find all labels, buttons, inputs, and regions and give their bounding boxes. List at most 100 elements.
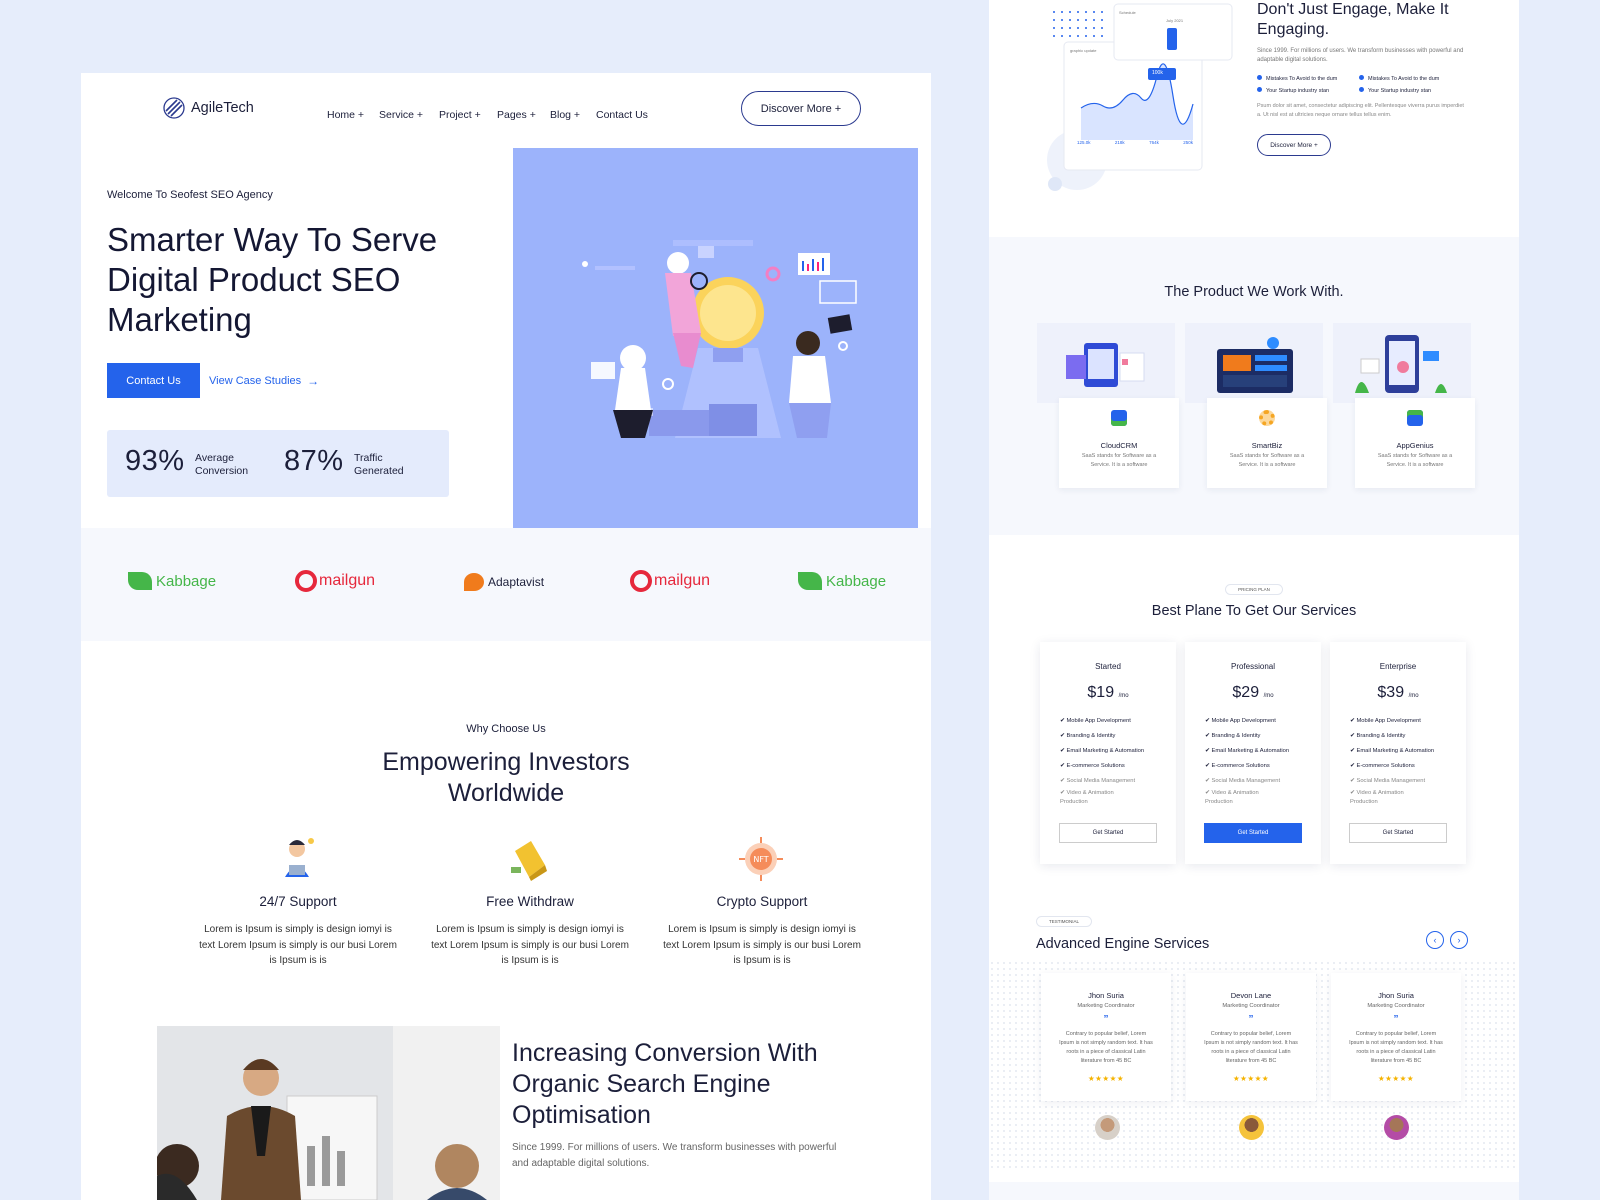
testimonial-name: Devon Lane <box>1230 991 1272 1000</box>
feature-desc: Lorem is Ipsum is simply is design iomyi… <box>663 924 861 966</box>
pricing-title: Best Plane To Get Our Services <box>1151 603 1357 619</box>
landing-page-right: Schedule July 2021 graphic update 100k 1… <box>989 0 1519 1200</box>
plan-feature: ✔ Social Media Management <box>1350 778 1426 784</box>
logo-icon <box>163 97 185 119</box>
product-desc: SaaS stands for Software as a Service. I… <box>1081 453 1157 468</box>
svg-text:NFT: NFT <box>753 855 768 864</box>
plan-feature: ✔ E-commerce Solutions <box>1060 763 1125 769</box>
plan-feature: ✔ E-commerce Solutions <box>1205 763 1270 769</box>
plan-feature: ✔ Branding & Identity <box>1350 733 1406 739</box>
pricing-card: Professional $29 /mo ✔ Mobile App Develo… <box>1185 642 1321 864</box>
testimonial-card: Jhon Suria Marketing Coordinator ” Contr… <box>1331 973 1461 1101</box>
dashboard-widget: Schedule July 2021 graphic update 100k 1… <box>1033 0 1233 195</box>
plan-name: Enterprise <box>1379 662 1417 671</box>
plan-feature: ✔ Mobile App Development <box>1350 718 1421 724</box>
engage-discover-button[interactable]: Discover More + <box>1257 134 1331 156</box>
partner-logo-mailgun: mailgun <box>295 570 375 592</box>
nav-service[interactable]: Service + <box>379 109 423 121</box>
get-started-button[interactable]: Get Started <box>1204 823 1302 843</box>
nav-pages[interactable]: Pages + <box>497 109 536 121</box>
widget-calendar-title: July 2021 <box>1166 18 1184 23</box>
conversion-desc: Since 1999. For millions of users. We tr… <box>512 1142 837 1169</box>
testimonial-name: Jhon Suria <box>1378 991 1414 1000</box>
bullet-item: Mistakes To Avoid to the dum <box>1257 73 1359 85</box>
site-logo[interactable]: AgileTech <box>163 97 254 119</box>
testimonial-text: Contrary to popular belief, Lorem Ipsum … <box>1204 1031 1298 1064</box>
hero-eyebrow: Welcome To Seofest SEO Agency <box>107 189 273 201</box>
product-name: CloudCRM <box>1100 441 1138 450</box>
discover-more-button[interactable]: Discover More + <box>741 91 861 126</box>
nav-blog[interactable]: Blog + <box>550 109 580 121</box>
gold-bar-icon <box>511 841 547 881</box>
conversion-title: Increasing Conversion With Organic Searc… <box>512 1039 818 1129</box>
testimonial-card: Jhon Suria Marketing Coordinator ” Contr… <box>1041 973 1171 1101</box>
product-desc: SaaS stands for Software as a Service. I… <box>1377 453 1453 468</box>
view-case-studies-link[interactable]: View Case Studies → <box>209 374 319 388</box>
chevron-left-icon: ‹ <box>1433 935 1437 945</box>
nav-home[interactable]: Home + <box>327 109 364 121</box>
plan-feature: ✔ Social Media Management <box>1060 778 1136 784</box>
pricing-badge: PRICING PLAN <box>1225 584 1283 595</box>
contact-us-button[interactable]: Contact Us <box>107 363 200 398</box>
nav-contact[interactable]: Contact Us <box>596 109 648 121</box>
prev-arrow-button[interactable]: ‹ <box>1426 931 1444 949</box>
partner-logo-kabbage: Kabbage <box>128 572 216 590</box>
quote-icon: ” <box>1103 1014 1109 1025</box>
support-person-icon <box>285 838 314 877</box>
testimonial-role: Marketing Coordinator <box>1367 1003 1425 1009</box>
nav-project[interactable]: Project + <box>439 109 481 121</box>
star-rating: ★★★★★ <box>1377 1074 1415 1083</box>
leaf-icon <box>128 572 152 590</box>
leaf-icon <box>798 572 822 590</box>
landing-page-left: AgileTech Home + Service + Project + Pag… <box>81 73 931 1200</box>
widget-tooltip: 100k <box>1152 70 1163 76</box>
avatar <box>1095 1115 1120 1140</box>
plan-features: ✔ Mobile App Development ✔ Branding & Id… <box>1350 714 1434 807</box>
engage-body: Psum dolor sit amet, consectetur adipisc… <box>1257 103 1464 118</box>
next-arrow-button[interactable]: › <box>1450 931 1468 949</box>
partner-logo-kabbage: Kabbage <box>798 572 886 590</box>
product-card: CloudCRM SaaS stands for Software as a S… <box>1037 323 1179 488</box>
stat-label: Average Conversion <box>195 452 249 477</box>
testimonial-title: Advanced Engine Services <box>1036 936 1210 952</box>
at-icon <box>630 570 652 592</box>
testimonial-text: Contrary to popular belief, Lorem Ipsum … <box>1059 1031 1153 1064</box>
bullet-item: Mistakes To Avoid to the dum <box>1359 73 1469 85</box>
product-card: AppGenius SaaS stands for Software as a … <box>1333 323 1475 488</box>
plan-feature: Production <box>1350 799 1378 805</box>
pricing-card: Enterprise $39 /mo ✔ Mobile App Developm… <box>1330 642 1466 864</box>
widget-stats: 125.0k 218k 764k 250k <box>1077 140 1193 145</box>
testimonial-badge: TESTIMONIAL <box>1036 916 1092 927</box>
plan-features: ✔ Mobile App Development ✔ Branding & Id… <box>1060 714 1144 807</box>
plan-feature: Production <box>1060 799 1088 805</box>
engage-title: Don't Just Engage, Make It Engaging. <box>1257 1 1449 38</box>
star-rating: ★★★★★ <box>1087 1074 1125 1083</box>
arrow-right-icon: → <box>307 374 320 388</box>
get-started-button[interactable]: Get Started <box>1349 823 1447 843</box>
plan-feature: ✔ Branding & Identity <box>1205 733 1261 739</box>
product-info-card: SmartBiz SaaS stands for Software as a S… <box>1207 398 1327 488</box>
gear-icon <box>1259 410 1275 426</box>
product-icon <box>1111 410 1127 426</box>
bullet-item: Your Startup industry stan <box>1359 85 1469 97</box>
feature-desc: Lorem is Ipsum is simply is design iomyi… <box>431 924 629 966</box>
testimonial-card: Devon Lane Marketing Coordinator ” Contr… <box>1186 973 1316 1101</box>
engage-bullets: Mistakes To Avoid to the dum Mistakes To… <box>1257 73 1477 97</box>
adaptavist-icon <box>464 573 484 591</box>
plan-price: $39 /mo <box>1377 684 1419 701</box>
hero-illustration <box>513 148 918 540</box>
get-started-button[interactable]: Get Started <box>1059 823 1157 843</box>
at-icon <box>295 570 317 592</box>
stat-label: Traffic Generated <box>354 452 404 477</box>
product-illustration <box>1355 335 1447 393</box>
quote-icon: ” <box>1393 1014 1399 1025</box>
quote-icon: ” <box>1248 1014 1254 1025</box>
testimonial-name: Jhon Suria <box>1088 991 1124 1000</box>
stats-box: 93% Average Conversion 87% Traffic Gener… <box>107 430 449 497</box>
plan-feature: ✔ Video & Animation <box>1060 790 1114 796</box>
stat-value: 87% <box>284 445 344 477</box>
app-icon <box>1407 410 1423 426</box>
widget-chart-label: graphic update <box>1070 48 1097 53</box>
avatar <box>1239 1115 1264 1140</box>
product-illustration <box>1217 337 1293 393</box>
